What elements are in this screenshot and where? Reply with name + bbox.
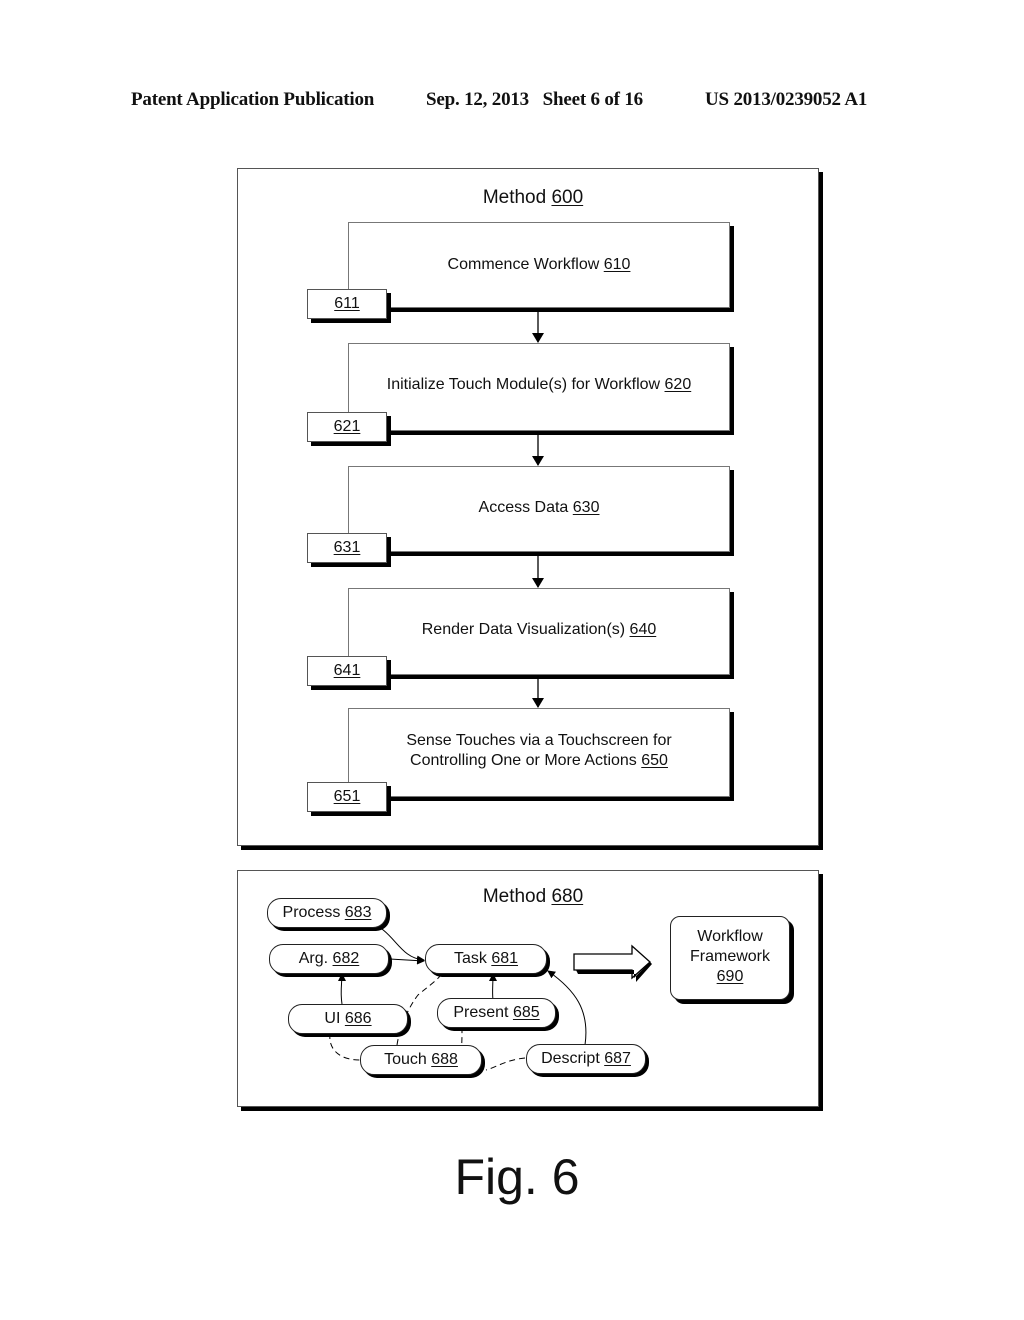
node-label: UI [324,1010,345,1027]
node-label: Present [453,1004,513,1021]
framework-line2: Framework [689,948,770,965]
connector-ui-arg [337,973,346,1005]
framework-ref: 690 [716,968,744,985]
workflow-framework-box: Workflow Framework 690 [670,916,790,1000]
big-arrow-icon [573,944,652,982]
node-task: Task 681 [425,944,547,974]
framework-line1: Workflow [697,928,763,945]
node-arg: Arg. 682 [269,944,389,974]
node-ref: 687 [604,1050,631,1067]
connector-ui-touch-dashed [329,1032,361,1061]
node-label: Process [282,904,345,921]
node-ref: 686 [344,1010,372,1027]
node-ui: UI 686 [288,1004,408,1034]
node-touch: Touch 688 [360,1045,482,1075]
node-ref: 682 [332,950,360,967]
method-680-connectors [329,921,652,1071]
node-process: Process 683 [267,898,387,928]
node-present: Present 685 [437,998,556,1028]
node-label: Task [453,950,492,967]
node-ref: 683 [344,904,372,921]
node-label: Descript [541,1050,605,1067]
node-descript: Descript 687 [526,1044,646,1074]
figure-label: Fig. 6 [454,1149,580,1205]
node-label: Touch [384,1051,432,1068]
connector-descript-touch-dashed [485,1057,526,1071]
node-ref: 685 [512,1004,540,1021]
node-ref: 688 [431,1051,458,1068]
node-ref: 681 [491,950,519,967]
node-label: Arg. [298,950,333,967]
